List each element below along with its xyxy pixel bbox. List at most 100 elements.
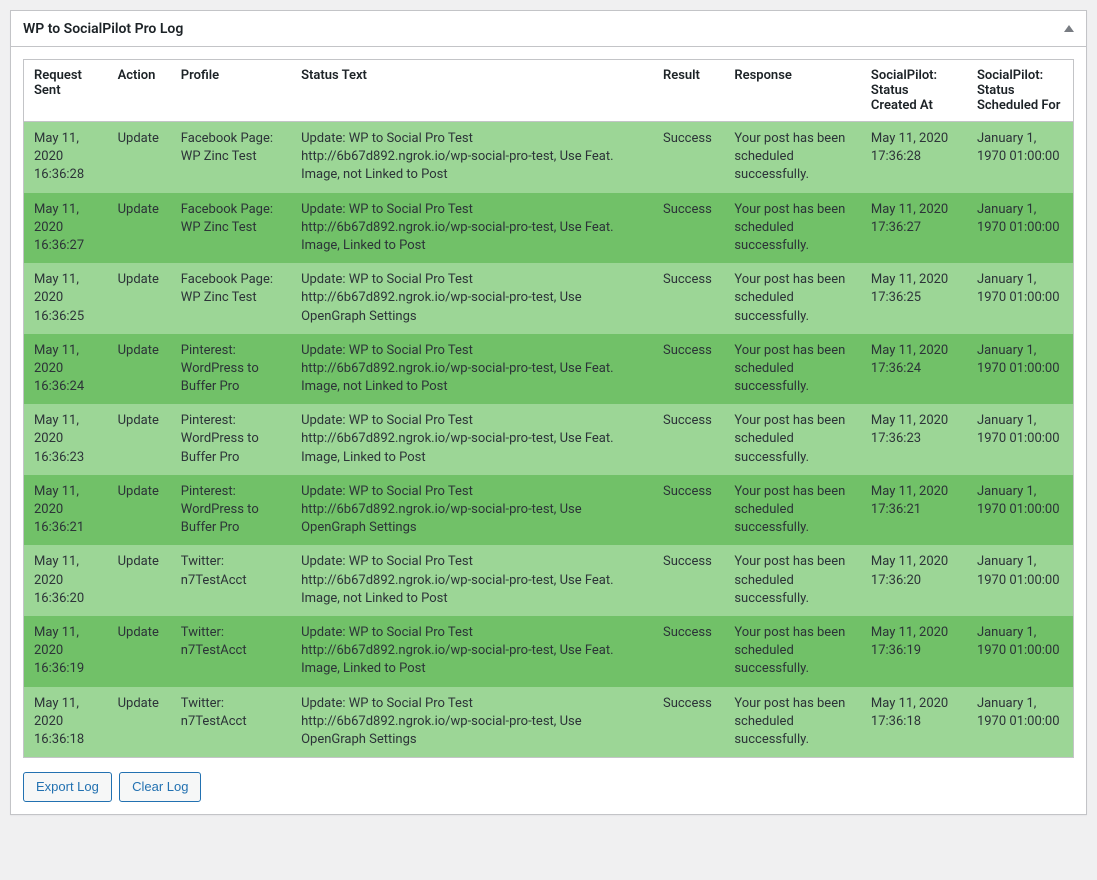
col-header-response[interactable]: Response: [724, 60, 861, 122]
cell-request-sent: May 11, 2020 16:36:23: [24, 404, 108, 475]
cell-result: Success: [653, 193, 724, 264]
cell-scheduled-for: January 1, 1970 01:00:00: [967, 193, 1073, 264]
cell-created-at: May 11, 2020 17:36:25: [861, 263, 967, 334]
cell-scheduled-for: January 1, 1970 01:00:00: [967, 334, 1073, 405]
cell-action: Update: [108, 334, 171, 405]
cell-result: Success: [653, 616, 724, 687]
table-row: May 11, 2020 16:36:23UpdatePinterest: Wo…: [24, 404, 1073, 475]
table-row: May 11, 2020 16:36:24UpdatePinterest: Wo…: [24, 334, 1073, 405]
panel-body: Request Sent Action Profile Status Text …: [11, 47, 1086, 814]
cell-scheduled-for: January 1, 1970 01:00:00: [967, 545, 1073, 616]
cell-response: Your post has been scheduled successfull…: [724, 475, 861, 546]
cell-result: Success: [653, 122, 724, 193]
cell-request-sent: May 11, 2020 16:36:24: [24, 334, 108, 405]
cell-profile: Facebook Page: WP Zinc Test: [171, 263, 291, 334]
collapse-icon[interactable]: [1064, 25, 1074, 32]
cell-created-at: May 11, 2020 17:36:19: [861, 616, 967, 687]
panel-header: WP to SocialPilot Pro Log: [11, 11, 1086, 47]
cell-created-at: May 11, 2020 17:36:23: [861, 404, 967, 475]
cell-action: Update: [108, 545, 171, 616]
cell-action: Update: [108, 263, 171, 334]
cell-result: Success: [653, 404, 724, 475]
cell-profile: Twitter: n7TestAcct: [171, 616, 291, 687]
cell-action: Update: [108, 122, 171, 193]
panel-title: WP to SocialPilot Pro Log: [23, 21, 183, 37]
cell-request-sent: May 11, 2020 16:36:28: [24, 122, 108, 193]
cell-profile: Twitter: n7TestAcct: [171, 545, 291, 616]
cell-response: Your post has been scheduled successfull…: [724, 404, 861, 475]
cell-action: Update: [108, 404, 171, 475]
cell-request-sent: May 11, 2020 16:36:25: [24, 263, 108, 334]
cell-result: Success: [653, 334, 724, 405]
col-header-created-at[interactable]: SocialPilot: Status Created At: [861, 60, 967, 122]
cell-status-text: Update: WP to Social Pro Test http://6b6…: [291, 687, 653, 758]
table-row: May 11, 2020 16:36:18UpdateTwitter: n7Te…: [24, 687, 1073, 758]
col-header-action[interactable]: Action: [108, 60, 171, 122]
cell-scheduled-for: January 1, 1970 01:00:00: [967, 404, 1073, 475]
table-row: May 11, 2020 16:36:21UpdatePinterest: Wo…: [24, 475, 1073, 546]
cell-result: Success: [653, 263, 724, 334]
log-table-wrap: Request Sent Action Profile Status Text …: [23, 59, 1074, 758]
col-header-request-sent[interactable]: Request Sent: [24, 60, 108, 122]
cell-status-text: Update: WP to Social Pro Test http://6b6…: [291, 616, 653, 687]
cell-action: Update: [108, 193, 171, 264]
table-header-row: Request Sent Action Profile Status Text …: [24, 60, 1073, 122]
cell-profile: Pinterest: WordPress to Buffer Pro: [171, 404, 291, 475]
cell-response: Your post has been scheduled successfull…: [724, 687, 861, 758]
cell-result: Success: [653, 545, 724, 616]
cell-request-sent: May 11, 2020 16:36:18: [24, 687, 108, 758]
cell-status-text: Update: WP to Social Pro Test http://6b6…: [291, 475, 653, 546]
cell-status-text: Update: WP to Social Pro Test http://6b6…: [291, 193, 653, 264]
cell-created-at: May 11, 2020 17:36:24: [861, 334, 967, 405]
cell-scheduled-for: January 1, 1970 01:00:00: [967, 687, 1073, 758]
col-header-profile[interactable]: Profile: [171, 60, 291, 122]
cell-profile: Facebook Page: WP Zinc Test: [171, 193, 291, 264]
cell-status-text: Update: WP to Social Pro Test http://6b6…: [291, 122, 653, 193]
cell-created-at: May 11, 2020 17:36:21: [861, 475, 967, 546]
table-row: May 11, 2020 16:36:20UpdateTwitter: n7Te…: [24, 545, 1073, 616]
cell-response: Your post has been scheduled successfull…: [724, 122, 861, 193]
cell-response: Your post has been scheduled successfull…: [724, 263, 861, 334]
cell-response: Your post has been scheduled successfull…: [724, 545, 861, 616]
cell-status-text: Update: WP to Social Pro Test http://6b6…: [291, 545, 653, 616]
cell-response: Your post has been scheduled successfull…: [724, 193, 861, 264]
col-header-status-text[interactable]: Status Text: [291, 60, 653, 122]
cell-scheduled-for: January 1, 1970 01:00:00: [967, 475, 1073, 546]
cell-status-text: Update: WP to Social Pro Test http://6b6…: [291, 263, 653, 334]
cell-request-sent: May 11, 2020 16:36:19: [24, 616, 108, 687]
cell-scheduled-for: January 1, 1970 01:00:00: [967, 263, 1073, 334]
cell-created-at: May 11, 2020 17:36:27: [861, 193, 967, 264]
cell-result: Success: [653, 475, 724, 546]
table-row: May 11, 2020 16:36:28UpdateFacebook Page…: [24, 122, 1073, 193]
cell-request-sent: May 11, 2020 16:36:20: [24, 545, 108, 616]
cell-status-text: Update: WP to Social Pro Test http://6b6…: [291, 404, 653, 475]
cell-scheduled-for: January 1, 1970 01:00:00: [967, 616, 1073, 687]
export-log-button[interactable]: Export Log: [23, 772, 112, 802]
table-row: May 11, 2020 16:36:27UpdateFacebook Page…: [24, 193, 1073, 264]
button-row: Export Log Clear Log: [23, 772, 1074, 802]
cell-profile: Pinterest: WordPress to Buffer Pro: [171, 475, 291, 546]
cell-request-sent: May 11, 2020 16:36:21: [24, 475, 108, 546]
cell-action: Update: [108, 687, 171, 758]
log-panel: WP to SocialPilot Pro Log Request Sent: [10, 10, 1087, 815]
cell-created-at: May 11, 2020 17:36:28: [861, 122, 967, 193]
cell-request-sent: May 11, 2020 16:36:27: [24, 193, 108, 264]
cell-status-text: Update: WP to Social Pro Test http://6b6…: [291, 334, 653, 405]
cell-response: Your post has been scheduled successfull…: [724, 616, 861, 687]
cell-created-at: May 11, 2020 17:36:20: [861, 545, 967, 616]
clear-log-button[interactable]: Clear Log: [119, 772, 201, 802]
cell-created-at: May 11, 2020 17:36:18: [861, 687, 967, 758]
table-row: May 11, 2020 16:36:25UpdateFacebook Page…: [24, 263, 1073, 334]
cell-profile: Facebook Page: WP Zinc Test: [171, 122, 291, 193]
cell-action: Update: [108, 616, 171, 687]
col-header-result[interactable]: Result: [653, 60, 724, 122]
cell-action: Update: [108, 475, 171, 546]
cell-response: Your post has been scheduled successfull…: [724, 334, 861, 405]
table-row: May 11, 2020 16:36:19UpdateTwitter: n7Te…: [24, 616, 1073, 687]
log-table: Request Sent Action Profile Status Text …: [24, 60, 1073, 757]
cell-result: Success: [653, 687, 724, 758]
cell-scheduled-for: January 1, 1970 01:00:00: [967, 122, 1073, 193]
cell-profile: Twitter: n7TestAcct: [171, 687, 291, 758]
cell-profile: Pinterest: WordPress to Buffer Pro: [171, 334, 291, 405]
col-header-scheduled-for[interactable]: SocialPilot: Status Scheduled For: [967, 60, 1073, 122]
